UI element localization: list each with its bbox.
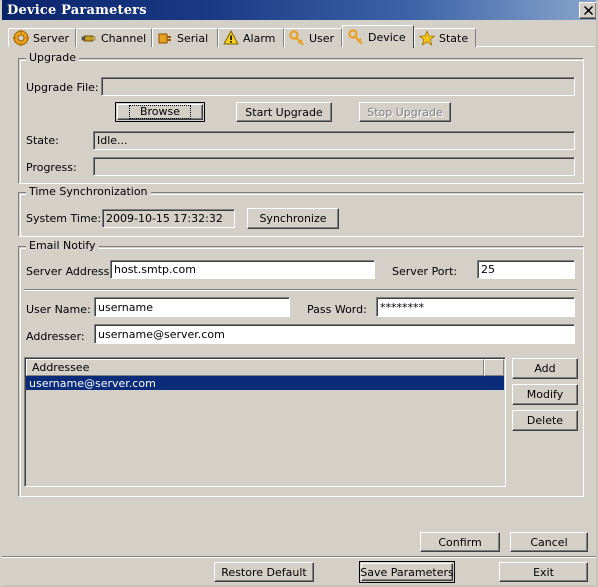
- upgrade-file-input[interactable]: [101, 77, 575, 96]
- email-separator: [24, 289, 577, 291]
- cancel-button[interactable]: Cancel: [510, 532, 588, 552]
- tab-user[interactable]: User: [284, 28, 342, 47]
- tab-state[interactable]: State: [414, 28, 476, 47]
- device-parameters-dialog: Device Parameters Server Channel Serial …: [0, 0, 598, 587]
- tab-serial[interactable]: Serial: [152, 28, 218, 47]
- exit-button-label: Exit: [533, 565, 554, 579]
- addressee-list[interactable]: Addressee username@server.com: [24, 357, 506, 487]
- star-icon: [419, 30, 435, 46]
- addressee-list-rows: username@server.com: [26, 376, 504, 485]
- tab-device[interactable]: Device: [342, 25, 414, 48]
- system-time-value: 2009-10-15 17:32:32: [102, 209, 235, 228]
- email-notify-group-title: Email Notify: [26, 240, 99, 252]
- add-button-label: Add: [534, 362, 556, 375]
- browse-button-label: Browse: [128, 105, 192, 119]
- browse-button[interactable]: Browse: [115, 102, 205, 122]
- cancel-button-label: Cancel: [530, 535, 568, 549]
- confirm-button-label: Confirm: [438, 535, 482, 549]
- tab-channel-label: Channel: [101, 31, 147, 45]
- state-label: State:: [26, 134, 59, 147]
- title-bar-buttons: [579, 2, 596, 19]
- add-button[interactable]: Add: [512, 358, 578, 379]
- addresser-label: Addresser:: [26, 330, 85, 343]
- restore-default-label: Restore Default: [221, 565, 307, 579]
- addressee-list-header: Addressee: [26, 359, 504, 376]
- key-icon: [348, 29, 363, 45]
- state-value: Idle...: [93, 131, 575, 150]
- modify-button-label: Modify: [526, 388, 564, 401]
- camera-icon: [81, 35, 96, 42]
- tab-alarm[interactable]: Alarm: [218, 28, 284, 47]
- addressee-column-extra[interactable]: [484, 359, 504, 376]
- tab-device-label: Device: [368, 30, 406, 44]
- footer-separator: [2, 556, 596, 558]
- addresser-input[interactable]: username@server.com: [94, 324, 575, 344]
- server-port-input[interactable]: 25: [477, 260, 575, 279]
- key-icon: [289, 30, 304, 46]
- time-sync-group-title: Time Synchronization: [26, 186, 151, 198]
- user-name-label: User Name:: [26, 303, 91, 316]
- tab-strip: Server Channel Serial Alarm User Device …: [8, 25, 594, 48]
- tab-serial-label: Serial: [177, 31, 209, 45]
- tab-alarm-label: Alarm: [243, 31, 276, 45]
- window-title: Device Parameters: [7, 2, 147, 18]
- tab-state-label: State: [439, 31, 469, 45]
- start-upgrade-button[interactable]: Start Upgrade: [236, 102, 332, 122]
- tab-server-label: Server: [33, 31, 70, 45]
- close-icon[interactable]: [579, 2, 596, 19]
- stop-upgrade-label: Stop Upgrade: [367, 105, 443, 119]
- synchronize-button[interactable]: Synchronize: [247, 208, 339, 229]
- list-item[interactable]: username@server.com: [26, 376, 504, 390]
- exit-button[interactable]: Exit: [499, 562, 588, 582]
- tab-server[interactable]: Server: [8, 28, 76, 47]
- synchronize-label: Synchronize: [259, 212, 327, 225]
- system-time-label: System Time:: [26, 212, 102, 225]
- server-address-input[interactable]: host.smtp.com: [110, 260, 375, 279]
- upgrade-group-title: Upgrade: [26, 52, 80, 64]
- gear-icon: [13, 30, 29, 46]
- delete-button[interactable]: Delete: [512, 410, 578, 431]
- password-label: Pass Word:: [307, 303, 367, 316]
- modify-button[interactable]: Modify: [512, 384, 578, 405]
- user-name-input[interactable]: username: [94, 297, 290, 317]
- warning-icon: [223, 30, 239, 45]
- progress-bar: [93, 157, 575, 176]
- server-address-label: Server Address:: [26, 265, 114, 278]
- title-bar: Device Parameters: [2, 0, 596, 20]
- tab-channel[interactable]: Channel: [76, 28, 152, 47]
- delete-button-label: Delete: [526, 414, 564, 427]
- start-upgrade-label: Start Upgrade: [245, 105, 323, 119]
- restore-default-button[interactable]: Restore Default: [214, 562, 314, 582]
- addressee-column-header[interactable]: Addressee: [26, 359, 485, 376]
- password-input[interactable]: ********: [376, 297, 575, 317]
- stop-upgrade-button: Stop Upgrade: [359, 102, 451, 122]
- save-parameters-label: Save Parameters: [360, 565, 454, 579]
- save-parameters-button[interactable]: Save Parameters: [359, 561, 455, 583]
- close-glyph: [583, 6, 593, 15]
- confirm-button[interactable]: Confirm: [420, 532, 500, 552]
- upgrade-file-label: Upgrade File:: [26, 81, 99, 94]
- tab-user-label: User: [309, 31, 335, 45]
- progress-label: Progress:: [26, 161, 77, 174]
- server-port-label: Server Port:: [392, 265, 458, 278]
- plug-icon: [158, 33, 171, 44]
